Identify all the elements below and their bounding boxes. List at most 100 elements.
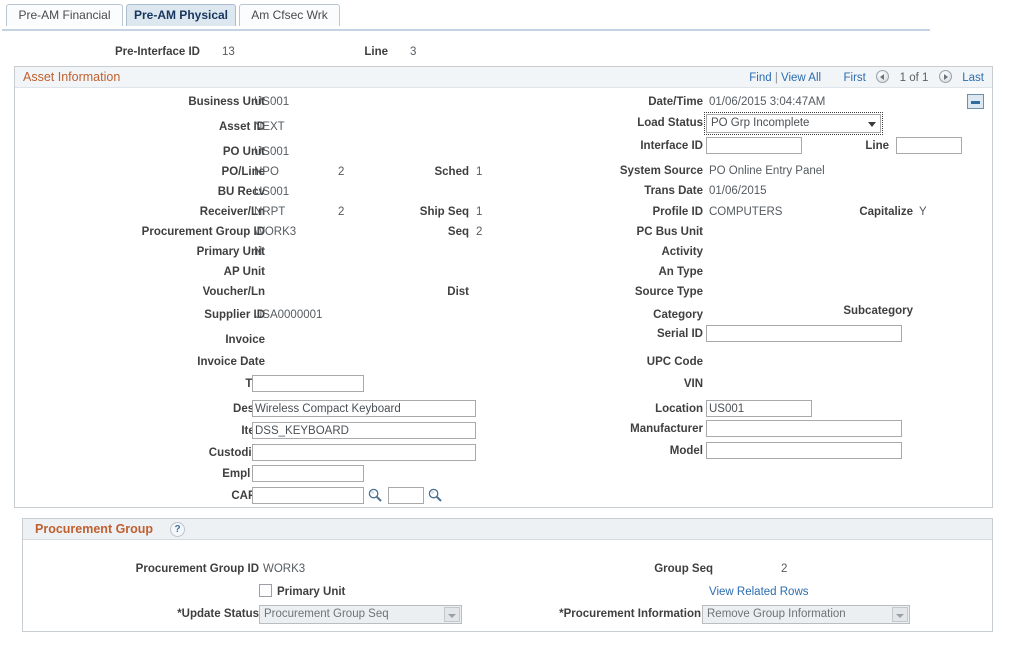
manufacturer-input[interactable]	[706, 420, 902, 437]
empl-id-label: Empl ID	[222, 468, 265, 480]
custodian-input[interactable]	[252, 444, 476, 461]
procurement-group-section: Procurement Group ? Procurement Group ID…	[22, 518, 993, 632]
location-input[interactable]	[706, 400, 812, 417]
chevron-down-icon	[448, 614, 456, 618]
primary-unit-label: Primary Unit	[196, 246, 265, 258]
procurement-information-value: Remove Group Information	[707, 608, 846, 620]
first-link[interactable]: First	[843, 72, 865, 84]
tab-am-cfsec-wrk[interactable]: Am Cfsec Wrk	[239, 4, 340, 26]
custodian-label: Custodian	[208, 447, 265, 459]
an-type-label: An Type	[658, 266, 703, 278]
line-value: 3	[410, 46, 417, 58]
cap-number-search-icon[interactable]	[368, 488, 382, 502]
cap-number-suffix-input[interactable]	[388, 487, 424, 504]
pg-primary-unit-checkbox[interactable]	[259, 584, 272, 597]
source-type-label: Source Type	[634, 286, 703, 298]
update-status-value: Procurement Group Seq	[264, 608, 389, 620]
cap-number-input[interactable]	[252, 487, 364, 504]
po-line-label: PO/Line	[221, 166, 265, 178]
system-source-value: PO Online Entry Panel	[709, 165, 825, 177]
primary-unit-value: N	[254, 246, 263, 258]
tab-underline	[2, 29, 930, 31]
collapse-section-button[interactable]	[967, 94, 984, 109]
capitalize-label: Capitalize	[859, 206, 913, 218]
nav-separator: |	[774, 72, 778, 84]
item-label: Item	[35, 425, 265, 437]
pg-procurement-group-id-label: Procurement Group ID	[135, 563, 259, 575]
profile-id-value: COMPUTERS	[709, 206, 783, 218]
po-unit-label: PO Unit	[222, 146, 265, 158]
chevron-down-icon	[868, 122, 876, 127]
activity-label: Activity	[661, 246, 703, 258]
tab-label: Pre-AM Financial	[18, 8, 111, 22]
procurement-group-id-label: Procurement Group ID	[141, 226, 265, 238]
po-line-value: NPO	[254, 166, 279, 178]
update-status-dropdown[interactable]: Procurement Group Seq	[259, 605, 462, 624]
voucher-ln-label: Voucher/Ln	[202, 286, 265, 298]
bu-recv-label: BU Recv	[217, 186, 265, 198]
po-unit-value: US001	[254, 146, 290, 158]
serial-id-input[interactable]	[706, 325, 902, 342]
cap-number-label: CAP #	[231, 490, 265, 502]
load-status-dropdown[interactable]: PO Grp Incomplete	[706, 114, 881, 133]
load-status-label: Load Status	[637, 117, 703, 129]
pre-interface-id-value: 13	[222, 46, 235, 58]
group-seq-label: Group Seq	[654, 563, 713, 575]
pre-interface-id-label: Pre-Interface ID	[114, 46, 200, 58]
asset-information-header: Asset Information Find | View All First …	[15, 67, 992, 88]
tag-input[interactable]	[252, 375, 364, 392]
interface-line-label: Line	[865, 140, 889, 152]
view-all-link[interactable]: View All	[781, 72, 821, 84]
find-link[interactable]: Find	[749, 72, 771, 84]
group-seq-value: 2	[781, 563, 788, 575]
interface-id-input[interactable]	[706, 137, 802, 154]
seq-label: Seq	[447, 226, 469, 238]
sched-label: Sched	[434, 166, 469, 178]
next-row-icon[interactable]	[938, 70, 952, 83]
previous-row-icon[interactable]	[876, 70, 890, 83]
interface-id-label: Interface ID	[640, 140, 703, 152]
system-source-label: System Source	[619, 165, 703, 177]
dist-label: Dist	[447, 286, 469, 298]
tab-label: Pre-AM Physical	[133, 8, 229, 22]
manufacturer-label: Manufacturer	[630, 423, 703, 435]
trans-date-value: 01/06/2015	[709, 185, 767, 197]
serial-id-label: Serial ID	[656, 328, 703, 340]
pg-procurement-group-id-value: WORK3	[263, 563, 306, 575]
procurement-information-dropdown[interactable]: Remove Group Information	[702, 605, 910, 624]
asset-information-section: Asset Information Find | View All First …	[14, 66, 993, 508]
supplier-id-value: USA0000001	[254, 309, 323, 321]
trans-date-label: Trans Date	[644, 185, 703, 197]
empl-id-input[interactable]	[252, 465, 364, 482]
view-related-rows-link[interactable]: View Related Rows	[709, 586, 809, 598]
profile-id-label: Profile ID	[652, 206, 703, 218]
ship-seq-label: Ship Seq	[419, 206, 469, 218]
capitalize-value: Y	[919, 206, 927, 218]
tab-pre-am-financial[interactable]: Pre-AM Financial	[6, 4, 123, 26]
asset-id-value: NEXT	[254, 121, 285, 133]
upc-code-label: UPC Code	[646, 356, 703, 368]
row-counter: 1 of 1	[899, 72, 929, 84]
seq-value: 2	[476, 226, 483, 238]
chevron-down-icon	[896, 614, 904, 618]
vin-label: VIN	[683, 378, 703, 390]
receiver-ln-label: Receiver/Ln	[199, 206, 265, 218]
pg-primary-unit-label: Primary Unit	[277, 586, 346, 598]
descr-input[interactable]	[252, 400, 476, 417]
receiver-ln-value: NRPT	[254, 206, 286, 218]
tab-pre-am-physical[interactable]: Pre-AM Physical	[126, 4, 236, 26]
date-time-label: Date/Time	[648, 96, 703, 108]
item-input[interactable]	[252, 422, 476, 439]
supplier-id-label: Supplier ID	[204, 309, 265, 321]
ship-seq-value: 1	[476, 206, 483, 218]
sched-value: 1	[476, 166, 483, 178]
pre-am-physical-page: Pre-AM Financial Pre-AM Physical Am Cfse…	[0, 0, 1012, 653]
model-input[interactable]	[706, 442, 902, 459]
asset-information-title: Asset Information	[23, 70, 121, 84]
business-unit-label: Business Unit	[188, 96, 265, 108]
help-icon[interactable]: ?	[170, 522, 185, 537]
interface-line-input[interactable]	[896, 137, 962, 154]
cap-number-suffix-search-icon[interactable]	[428, 488, 442, 502]
subcategory-label: Subcategory	[843, 305, 913, 317]
last-link[interactable]: Last	[962, 72, 984, 84]
